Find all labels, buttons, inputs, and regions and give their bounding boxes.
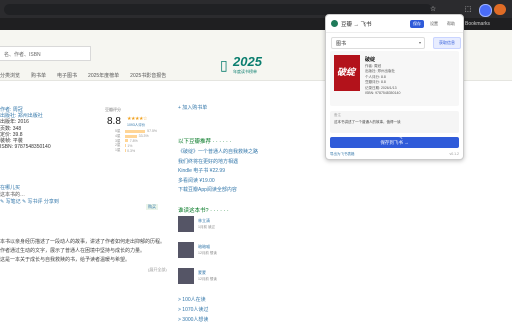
popup-header: 豆瓣 → 飞书 保存 设置 帮助 [326,15,463,33]
logo-subtitle: 年度读书榜单 [233,69,257,75]
nav-item-categories[interactable]: 分类浏览 [0,72,20,79]
cover-title: 破绽 [337,65,355,78]
puzzle-icon[interactable]: ⬚ [464,5,472,13]
book-preview-card: 破绽 破绽 作者: 周冠 出版社: 郑州出版社 个人评分: 8.8 豆瓣评分: … [330,51,459,106]
rating-count-link[interactable]: 1093人评价 [127,123,145,128]
tab-save[interactable]: 保存 [410,20,424,28]
recommend-title: 以下豆瓣推荐 · · · · · · [178,137,231,145]
desc-line: 本书以亲身经历描述了一段动人的故事，讲述了作者如何走出抑郁的历程。 [0,238,165,247]
reader-item[interactable]: 林立清 1月前 读过 [178,216,298,238]
rating-bar-percent: 1% [127,144,132,148]
info-isbn: ISBN: 9787548350140 [0,144,51,150]
chevron-down-icon: ▾ [419,40,421,45]
rating-score: 8.8 [107,116,121,127]
recommend-item[interactable]: 《破绽》一个普通人的自我救赎之路 [178,148,258,158]
recommend-item[interactable]: 我们终将在更好的地方相遇 [178,158,258,168]
meta-line: ISBN: 9787548350140 [365,91,400,96]
reader-status: 12月前 想读 [198,277,217,282]
reader-status: 12月前 想读 [198,251,217,256]
preview-title: 破绽 [365,56,375,63]
buy-button[interactable]: 购买 [146,204,158,210]
readers-title: 谁读这本书? · · · · · · [178,206,229,214]
rating-bar-label: 1星 [115,148,125,153]
rating-bar-row: 1星0.3% [115,148,157,153]
save-to-feishu-button[interactable]: 保存到飞书 → [330,137,459,148]
reading-count-link[interactable]: > 100人在读 [178,295,208,305]
avatar[interactable] [178,216,194,232]
add-to-list-link[interactable]: + 加入购书单 [178,104,207,111]
avatar[interactable] [178,268,194,284]
action-write-links[interactable]: ✎ 写笔记 ✎ 写书评 分享到 [0,199,59,206]
rating-bar-fill [125,135,137,138]
nav-item-cart[interactable]: 购书单 [31,72,46,79]
recommend-item[interactable]: Kindle 电子书 ¥22.99 [178,167,258,177]
rating-bar-percent: 33.3% [139,134,149,138]
avatar[interactable] [178,242,194,258]
active-extension-icon[interactable] [479,4,492,17]
search-placeholder: 名、作者、ISBN [4,51,41,58]
category-select[interactable]: 图书 ▾ [331,37,425,49]
tab-settings[interactable]: 设置 [427,20,441,28]
preview-meta: 作者: 周冠 出版社: 郑州出版社 个人评分: 8.8 豆瓣评分: 8.8 记录… [365,64,400,96]
rating-box: 豆瓣评分 8.8 ★★★★☆ 1093人评价 5星57.5%4星33.3%3星7… [105,107,160,113]
nav-item-annual-report[interactable]: 2025书影音报告 [130,72,166,79]
note-label: 备注 [334,113,341,118]
reader-item[interactable]: 蒙蒙 12月前 想读 [178,268,298,290]
annual-list-logo[interactable]: ▯ 2025 年度读书榜单 [220,55,268,77]
rating-stars-icon: ★★★★☆ [127,116,147,122]
recommend-item[interactable]: 下载豆瓣App阅读全部内容 [178,186,258,196]
extension-logo-icon [331,20,338,27]
star-icon[interactable]: ☆ [429,5,437,13]
popup-title: 豆瓣 → 飞书 [341,20,372,28]
reader-status: 1月前 读过 [198,225,215,230]
want-count-link[interactable]: > 3000人想读 [178,315,208,325]
reader-name[interactable]: 林立清 [198,218,210,224]
reader-name[interactable]: 蒙蒙 [198,270,206,276]
note-text: 这本书讲述了一个普通人的故事，值得一读 [334,120,401,125]
nav-item-annual-list[interactable]: 2025年度榜单 [88,72,119,79]
note-field[interactable]: 备注 这本书讲述了一个普通人的故事，值得一读 [330,111,459,133]
logo-year: 2025 [233,55,262,69]
rating-title: 豆瓣评分 [105,107,160,113]
recommend-list: 《破绽》一个普通人的自我救赎之路 我们终将在更好的地方相遇 Kindle 电子书… [178,148,258,196]
book-cover: 破绽 [334,55,360,91]
extension-popup: 豆瓣 → 飞书 保存 设置 帮助 图书 ▾ 获取信息 破绽 破绽 作者: 周冠 … [325,14,464,160]
rating-bar-fill [125,130,145,133]
tab-help[interactable]: 帮助 [444,20,458,28]
expand-all-link[interactable]: (展开全部) [148,267,167,273]
export-link[interactable]: 导出为飞书表格 [330,152,355,157]
extension-icon[interactable] [445,5,456,13]
recommend-item[interactable]: 多看阅读 ¥19.00 [178,177,258,187]
desc-line: 作者通过生动的文字，展示了普通人在困境中坚持与成长的力量。 [0,247,165,256]
mouse-cursor-icon: ↖ [398,134,403,141]
book-description: 本书以亲身经历描述了一段动人的故事，讲述了作者如何走出抑郁的历程。 作者通过生动… [0,238,165,265]
book-info: 作者: 周冠 出版社: 郑州出版社 出版年: 2016 页数: 348 定价: … [0,107,51,150]
avatar[interactable] [494,4,506,15]
action-label: 这本书的… [0,192,59,199]
fetch-info-button[interactable]: 获取信息 [433,37,461,49]
action-where-to-buy[interactable]: 在哪儿买 [0,185,59,192]
rating-bar-percent: 57.5% [147,129,157,133]
rating-distribution: 5星57.5%4星33.3%3星7.8%2星1%1星0.3% [115,129,157,153]
search-input[interactable]: 名、作者、ISBN [0,46,91,61]
site-nav: 分类浏览 购书单 电子图书 2025年度榜单 2025书影音报告 [0,72,166,79]
category-value: 图书 [336,40,346,47]
desc-line: 这是一本关于成长与自我救赎的书，给予读者温暖与希望。 [0,256,165,265]
book-logo-icon: ▯ [220,55,232,75]
nav-item-ebooks[interactable]: 电子图书 [57,72,77,79]
book-actions: 在哪儿买 这本书的… ✎ 写笔记 ✎ 写书评 分享到 [0,185,59,205]
reader-counts: > 100人在读 > 1070人读过 > 3000人想读 [178,295,208,325]
reader-name[interactable]: 暗暗喵 [198,244,210,250]
version-label: v0.1.2 [449,152,459,156]
rating-bar-percent: 7.8% [130,139,138,143]
rating-bar-fill [125,139,128,142]
rating-bar-percent: 0.3% [127,149,135,153]
read-count-link[interactable]: > 1070人读过 [178,305,208,315]
reader-item[interactable]: 暗暗喵 12月前 想读 [178,242,298,264]
